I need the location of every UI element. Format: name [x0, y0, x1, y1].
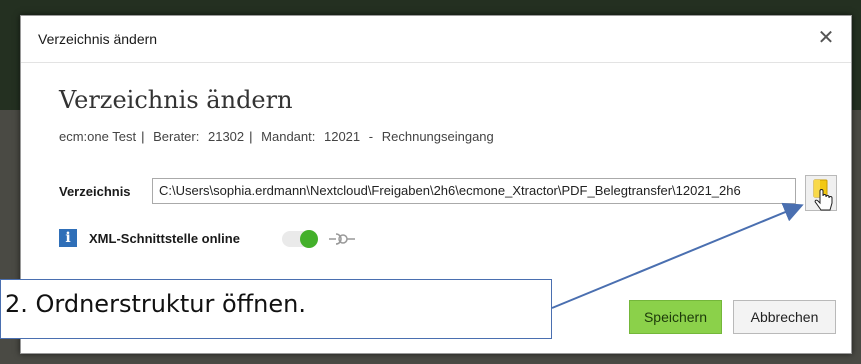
cancel-button[interactable]: Abbrechen: [733, 300, 836, 334]
xml-interface-toggle[interactable]: [282, 230, 318, 248]
callout-text: 2. Ordnerstruktur öffnen.: [5, 290, 306, 318]
dialog-heading: Verzeichnis ändern: [59, 86, 293, 114]
context-info: ecm:one Test | Berater: 21302 | Mandant: 1…: [59, 129, 494, 144]
dialog-titlebar: Verzeichnis ändern ✕: [21, 16, 851, 63]
dialog-title: Verzeichnis ändern: [38, 31, 158, 47]
directory-label: Verzeichnis: [59, 184, 131, 199]
mandant-label: Mandant:: [261, 129, 316, 144]
mandant-value: 12021: [323, 129, 361, 144]
plug-icon: [329, 233, 355, 245]
directory-path-input[interactable]: C:\Users\sophia.erdmann\Nextcloud\Freiga…: [152, 178, 796, 204]
close-icon[interactable]: ✕: [813, 25, 839, 51]
area-name: Rechnungseingang: [381, 129, 494, 144]
tutorial-callout: 2. Ordnerstruktur öffnen.: [0, 279, 552, 339]
separator-dash: -: [368, 129, 374, 144]
berater-value: 21302: [207, 129, 245, 144]
berater-label: Berater:: [153, 129, 200, 144]
info-icon[interactable]: i: [59, 229, 77, 247]
toggle-knob: [300, 230, 318, 248]
app-name: ecm:one Test: [59, 129, 137, 144]
save-button[interactable]: Speichern: [629, 300, 722, 334]
hand-cursor-icon: [814, 189, 833, 211]
browse-folder-button[interactable]: [805, 175, 837, 211]
xml-interface-label: XML-Schnittstelle online: [89, 231, 240, 246]
